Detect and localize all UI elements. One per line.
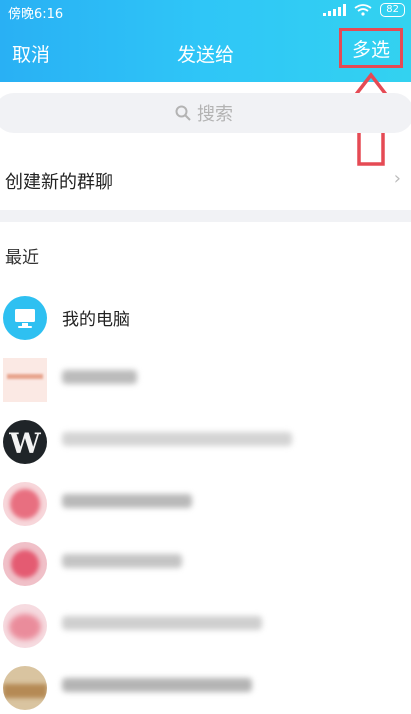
search-placeholder: 搜索	[197, 104, 233, 125]
computer-icon	[3, 296, 47, 340]
multi-select-button[interactable]: 多选	[339, 28, 403, 68]
multi-select-label: 多选	[351, 38, 390, 61]
nav-bar: 取消 发送给 多选	[0, 28, 411, 70]
contact-row[interactable]	[0, 658, 411, 714]
contact-row[interactable]	[0, 474, 411, 530]
blurred-name	[62, 494, 192, 508]
avatar	[3, 358, 47, 402]
blurred-name	[62, 432, 292, 446]
blurred-name	[62, 370, 137, 384]
avatar	[3, 542, 47, 586]
avatar	[3, 604, 47, 648]
contact-row[interactable]: 我的电脑	[0, 288, 411, 344]
status-time: 傍晚6:16	[8, 7, 64, 22]
battery-icon: 82	[380, 3, 405, 17]
contact-name: 我的电脑	[62, 310, 130, 330]
top-header: 傍晚6:16 82 取消 发送给 多选	[0, 0, 411, 82]
search-container: 搜索	[0, 93, 411, 135]
create-group-row[interactable]: 创建新的群聊 ›	[0, 158, 411, 202]
avatar	[3, 666, 47, 710]
contact-row[interactable]	[0, 350, 411, 406]
status-icons: 82	[323, 3, 405, 17]
status-bar: 傍晚6:16 82	[0, 0, 411, 22]
avatar	[3, 482, 47, 526]
signal-icon	[323, 4, 347, 16]
create-group-label: 创建新的群聊	[5, 172, 113, 193]
contact-row[interactable]	[0, 596, 411, 652]
avatar-letter: W	[9, 427, 41, 460]
avatar: W	[3, 420, 47, 464]
blurred-name	[62, 678, 252, 692]
recent-header: 最近	[5, 248, 39, 268]
blurred-name	[62, 554, 182, 568]
search-input[interactable]: 搜索	[0, 93, 411, 133]
wifi-icon	[354, 4, 372, 16]
contact-row[interactable]: W	[0, 412, 411, 468]
chevron-right-icon: ›	[393, 168, 401, 189]
contact-row[interactable]	[0, 534, 411, 590]
blurred-name	[62, 616, 262, 630]
search-icon	[175, 105, 191, 121]
section-divider	[0, 210, 411, 222]
